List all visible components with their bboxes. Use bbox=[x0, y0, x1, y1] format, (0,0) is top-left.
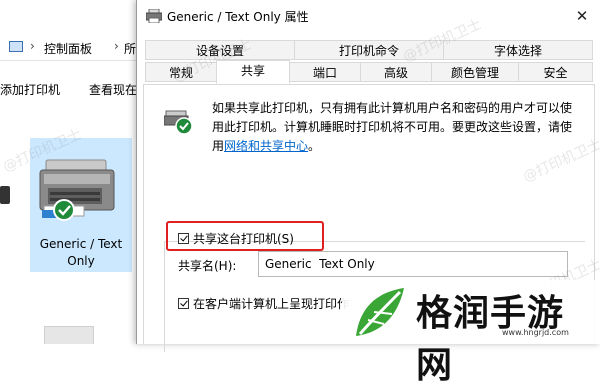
chevron-right-icon: › bbox=[114, 39, 119, 53]
add-printer-button[interactable]: 添加打印机 bbox=[0, 81, 60, 98]
device-icon-partial[interactable] bbox=[44, 326, 94, 344]
explorer-window: › 控制面板 › 所 添加打印机 查看现在 Generic / Text Onl… bbox=[0, 0, 140, 344]
computer-icon bbox=[9, 41, 23, 52]
tab-sharing[interactable]: 共享 bbox=[216, 60, 290, 84]
logo-url: www.hngrjd.com bbox=[502, 328, 569, 337]
explorer-toolbar: 添加打印机 查看现在 bbox=[0, 76, 140, 98]
tab-color-management[interactable]: 颜色管理 bbox=[431, 62, 519, 82]
tab-ports[interactable]: 端口 bbox=[289, 62, 361, 82]
close-button[interactable]: ✕ bbox=[571, 6, 593, 26]
highlight-annotation bbox=[166, 221, 324, 251]
device-icon-partial[interactable] bbox=[0, 186, 10, 204]
printer-share-icon bbox=[164, 110, 193, 135]
tab-strip: 设备设置 打印机命令 字体选择 常规 共享 端口 高级 颜色管理 安全 bbox=[137, 40, 600, 86]
tab-printer-commands[interactable]: 打印机命令 bbox=[294, 40, 444, 60]
view-now-button[interactable]: 查看现在 bbox=[89, 81, 137, 98]
tab-font-selection[interactable]: 字体选择 bbox=[443, 40, 593, 60]
tab-advanced[interactable]: 高级 bbox=[360, 62, 432, 82]
site-logo: 格润手游网 www.hngrjd.com bbox=[342, 280, 600, 386]
title-bar[interactable]: Generic / Text Only 属性 ✕ bbox=[137, 0, 600, 32]
tab-device-settings[interactable]: 设备设置 bbox=[145, 40, 295, 60]
printer-icon bbox=[146, 9, 162, 23]
breadcrumb-control-panel[interactable]: 控制面板 bbox=[44, 40, 92, 57]
leaf-logo-icon bbox=[356, 288, 404, 336]
breadcrumb-next[interactable]: 所 bbox=[124, 40, 136, 57]
share-name-input[interactable] bbox=[258, 251, 568, 277]
tab-security[interactable]: 安全 bbox=[518, 62, 593, 82]
network-sharing-center-link[interactable]: 网络和共享中心 bbox=[224, 139, 308, 153]
tab-general[interactable]: 常规 bbox=[145, 62, 217, 82]
render-on-client-checkbox[interactable]: 在客户端计算机上呈现打印作 bbox=[178, 295, 349, 312]
chevron-right-icon: › bbox=[30, 39, 35, 53]
address-bar[interactable]: › 控制面板 › 所 bbox=[0, 34, 140, 61]
render-on-client-label: 在客户端计算机上呈现打印作 bbox=[193, 297, 350, 311]
printer-icon bbox=[39, 159, 115, 221]
checkbox-checked-icon[interactable] bbox=[178, 298, 189, 309]
dialog-title: Generic / Text Only 属性 bbox=[167, 10, 309, 24]
printer-name: Generic / Text Only bbox=[39, 237, 123, 268]
share-name-label: 共享名(H): bbox=[178, 259, 237, 273]
printer-item-generic[interactable]: Generic / Text Only bbox=[30, 138, 132, 272]
sharing-description: 如果共享此打印机，只有拥有此计算机用户名和密码的用户才可以使 用此打印机。计算机… bbox=[212, 101, 573, 153]
